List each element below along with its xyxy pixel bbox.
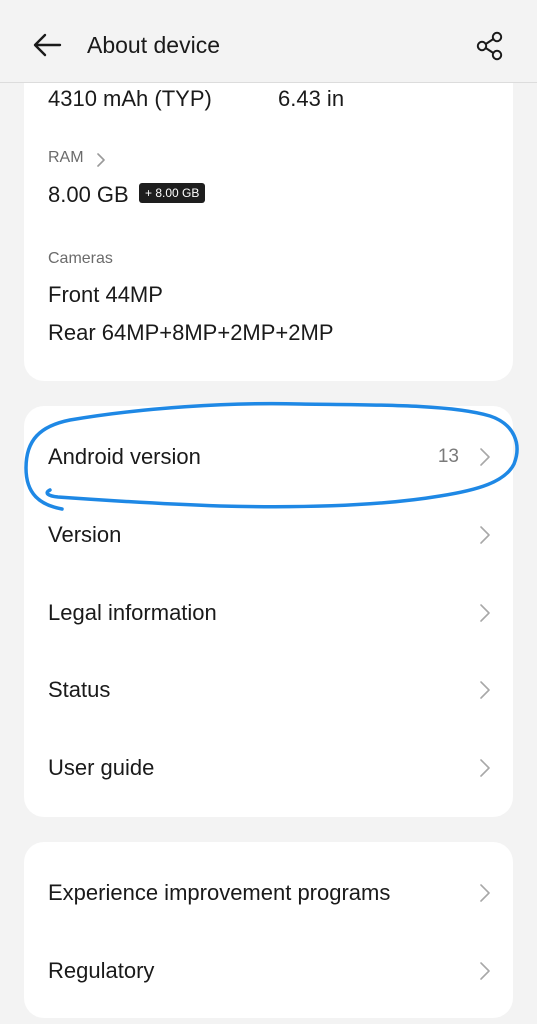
specs-card: 4310 mAh (TYP) 6.43 in RAM 8.00 GB + 8.0… bbox=[24, 40, 513, 381]
ram-expansion-badge: + 8.00 GB bbox=[139, 183, 206, 203]
list-item-legal-information[interactable]: Legal information bbox=[24, 574, 513, 652]
chevron-right-icon bbox=[97, 153, 105, 167]
arrow-left-icon[interactable] bbox=[30, 30, 64, 60]
list-item-version[interactable]: Version bbox=[24, 496, 513, 574]
chevron-right-icon bbox=[480, 604, 490, 622]
list-item-android-version[interactable]: Android version 13 bbox=[24, 418, 513, 496]
list-item-label: Android version bbox=[48, 444, 201, 469]
list-item-user-guide[interactable]: User guide bbox=[24, 729, 513, 807]
list-item-label: Experience improvement programs bbox=[48, 880, 391, 905]
more-list-card: Experience improvement programs Regulato… bbox=[24, 842, 513, 1018]
front-camera: Front 44MP bbox=[48, 282, 163, 307]
ram-value: 8.00 GB bbox=[48, 182, 129, 207]
list-item-label: Status bbox=[48, 677, 111, 702]
list-item-regulatory[interactable]: Regulatory bbox=[24, 932, 513, 1010]
cameras-label: Cameras bbox=[48, 250, 113, 267]
chevron-right-icon bbox=[480, 526, 490, 544]
list-item-status[interactable]: Status bbox=[24, 651, 513, 729]
ram-label: RAM bbox=[48, 149, 84, 166]
android-version-value: 13 bbox=[437, 446, 459, 467]
list-item-label: User guide bbox=[48, 755, 155, 780]
list-item-label: Version bbox=[48, 522, 122, 547]
screen-size: 6.43 in bbox=[278, 86, 345, 111]
list-item-label: Legal information bbox=[48, 600, 217, 625]
chevron-right-icon bbox=[480, 962, 490, 980]
info-list-card: Android version 13 Version Legal informa… bbox=[24, 406, 513, 817]
chevron-right-icon bbox=[480, 681, 490, 699]
app-bar: About device bbox=[0, 0, 537, 83]
battery-capacity: 4310 mAh (TYP) bbox=[48, 86, 212, 111]
chevron-right-icon bbox=[480, 759, 490, 777]
rear-camera: Rear 64MP+8MP+2MP+2MP bbox=[48, 320, 334, 345]
chevron-right-icon bbox=[480, 448, 490, 466]
about-device-screen: 4310 mAh (TYP) 6.43 in RAM 8.00 GB + 8.0… bbox=[0, 0, 537, 1024]
list-item-experience-improvement-programs[interactable]: Experience improvement programs bbox=[24, 854, 513, 932]
share-icon[interactable] bbox=[474, 30, 506, 62]
list-item-label: Regulatory bbox=[48, 958, 155, 983]
chevron-right-icon bbox=[480, 884, 490, 902]
page-title: About device bbox=[87, 32, 220, 58]
